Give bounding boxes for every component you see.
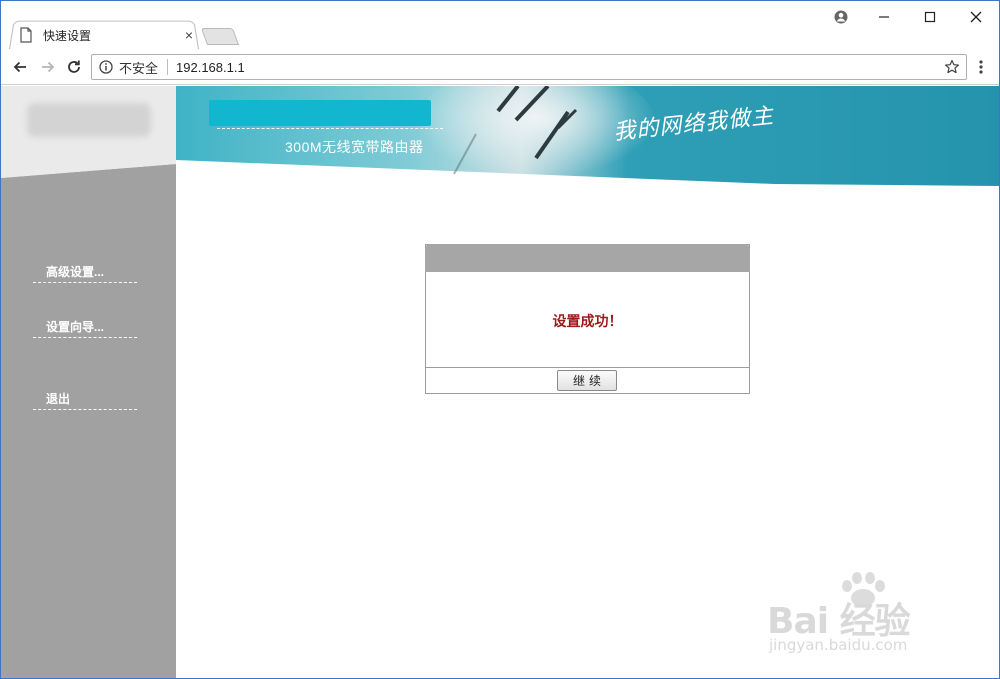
blurred-logo [27, 103, 151, 137]
watermark-url: jingyan.baidu.com [769, 636, 908, 654]
success-message: 设置成功！ [552, 313, 623, 329]
url-text[interactable]: 192.168.1.1 [176, 60, 245, 75]
tab-strip: 快速设置 × [1, 1, 999, 49]
kebab-menu-icon[interactable] [973, 58, 989, 76]
continue-button[interactable]: 继续 [557, 370, 617, 391]
reload-icon[interactable] [63, 56, 85, 78]
security-status[interactable]: 不安全 [119, 58, 158, 77]
dialog-footer: 继续 [426, 367, 749, 393]
result-dialog: 设置成功！ 继续 [425, 244, 750, 394]
info-icon[interactable] [99, 60, 113, 74]
banner-underline [217, 128, 443, 129]
sidebar-top-edge [1, 164, 176, 188]
star-icon[interactable] [944, 59, 960, 75]
maximize-icon[interactable] [907, 1, 953, 33]
browser-toolbar: 不安全 192.168.1.1 [1, 49, 999, 85]
address-bar[interactable]: 不安全 192.168.1.1 [91, 54, 967, 80]
minimize-icon[interactable] [861, 1, 907, 33]
sidebar-item-advanced[interactable]: 高级设置... [33, 263, 137, 283]
window-controls [821, 1, 999, 33]
active-tab-content[interactable]: 快速设置 × [19, 25, 197, 45]
banner-title-bar [209, 100, 431, 126]
forward-arrow-icon[interactable] [37, 56, 59, 78]
address-separator [167, 59, 169, 75]
new-tab-button[interactable] [200, 28, 240, 45]
profile-icon[interactable] [821, 1, 861, 33]
tab-title: 快速设置 [43, 28, 92, 43]
banner-subtitle: 300M无线宽带路由器 [285, 139, 424, 155]
page-icon [19, 27, 33, 43]
close-icon[interactable] [953, 1, 999, 33]
tab-close-icon[interactable]: × [181, 27, 197, 43]
back-arrow-icon[interactable] [9, 56, 31, 78]
baidu-watermark: Bai 经验 jingyan.baidu.com [763, 570, 953, 660]
page-viewport: 高级设置... 设置向导... 退出 300M无线宽带路由器 我的网络我做主 设… [1, 86, 999, 678]
sidebar-item-logout[interactable]: 退出 [33, 390, 137, 410]
sidebar: 高级设置... 设置向导... 退出 [1, 86, 176, 678]
sidebar-item-wizard[interactable]: 设置向导... [33, 318, 137, 338]
dialog-header [425, 244, 750, 272]
browser-window: 快速设置 × 不安全 192.168.1.1 高级设置... 设置向导... 退… [0, 0, 1000, 679]
